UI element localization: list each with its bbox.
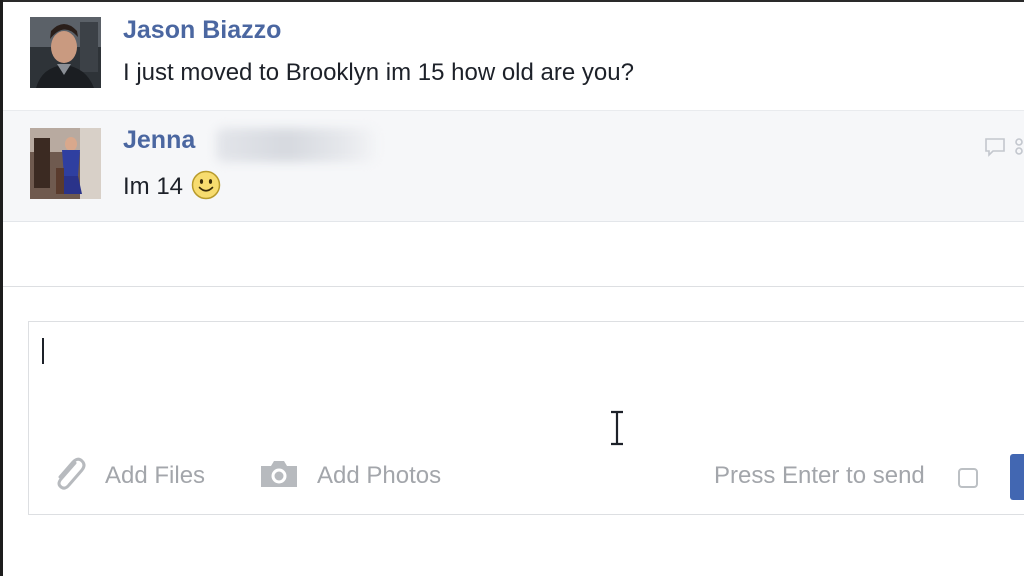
add-files-label: Add Files bbox=[105, 462, 206, 489]
smiley-emoji bbox=[191, 170, 221, 207]
add-photos-label: Add Photos bbox=[317, 462, 442, 489]
message-row: Jason Biazzo I just moved to Brooklyn im… bbox=[3, 2, 1024, 111]
press-enter-checkbox[interactable] bbox=[958, 468, 978, 488]
add-files-button[interactable]: Add Files bbox=[51, 457, 206, 494]
message-row: Jenna Im 14 bbox=[3, 111, 1024, 222]
message-text-content: Im 14 bbox=[123, 173, 184, 200]
sender-name[interactable]: Jenna bbox=[123, 126, 195, 155]
sender-avatar[interactable] bbox=[30, 128, 101, 199]
paperclip-icon bbox=[51, 455, 89, 498]
text-caret bbox=[42, 338, 44, 364]
redacted-surname bbox=[216, 128, 376, 162]
send-button[interactable] bbox=[1010, 454, 1024, 500]
message-text: I just moved to Brooklyn im 15 how old a… bbox=[123, 59, 634, 86]
ibeam-cursor-icon bbox=[608, 410, 626, 446]
comment-icon[interactable] bbox=[984, 137, 1006, 162]
message-text: Im 14 bbox=[123, 170, 221, 207]
press-enter-label: Press Enter to send bbox=[714, 462, 925, 489]
more-icon[interactable] bbox=[1014, 137, 1024, 162]
camera-icon bbox=[259, 457, 299, 496]
add-photos-button[interactable]: Add Photos bbox=[259, 458, 441, 494]
message-composer: Add Files Add Photos Press Enter to send bbox=[28, 321, 1024, 515]
composer-divider bbox=[3, 286, 1024, 287]
sender-avatar[interactable] bbox=[30, 17, 101, 88]
message-input[interactable] bbox=[49, 332, 993, 436]
message-actions bbox=[984, 137, 1024, 159]
sender-name[interactable]: Jason Biazzo bbox=[123, 16, 281, 45]
